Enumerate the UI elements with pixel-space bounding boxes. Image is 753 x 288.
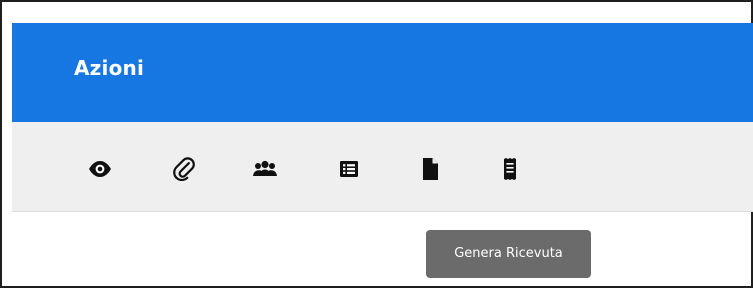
receipt-button[interactable]	[493, 152, 527, 186]
actions-panel: Azioni Genera Ricevuta	[0, 0, 753, 288]
users-icon	[250, 159, 280, 179]
actions-toolbar	[12, 122, 753, 212]
receipt-icon	[501, 157, 519, 181]
view-button[interactable]	[83, 152, 117, 186]
list-icon	[338, 158, 360, 180]
document-button[interactable]	[413, 152, 447, 186]
users-button[interactable]	[248, 152, 282, 186]
attachments-button[interactable]	[167, 152, 201, 186]
list-button[interactable]	[332, 152, 366, 186]
tooltip-text: Genera Ricevuta	[454, 246, 563, 261]
actions-header: Azioni	[12, 23, 753, 122]
paperclip-icon	[173, 157, 195, 181]
tooltip: Genera Ricevuta	[426, 230, 591, 278]
panel-title: Azioni	[74, 56, 145, 80]
eye-icon	[88, 160, 112, 178]
file-icon	[420, 157, 440, 181]
